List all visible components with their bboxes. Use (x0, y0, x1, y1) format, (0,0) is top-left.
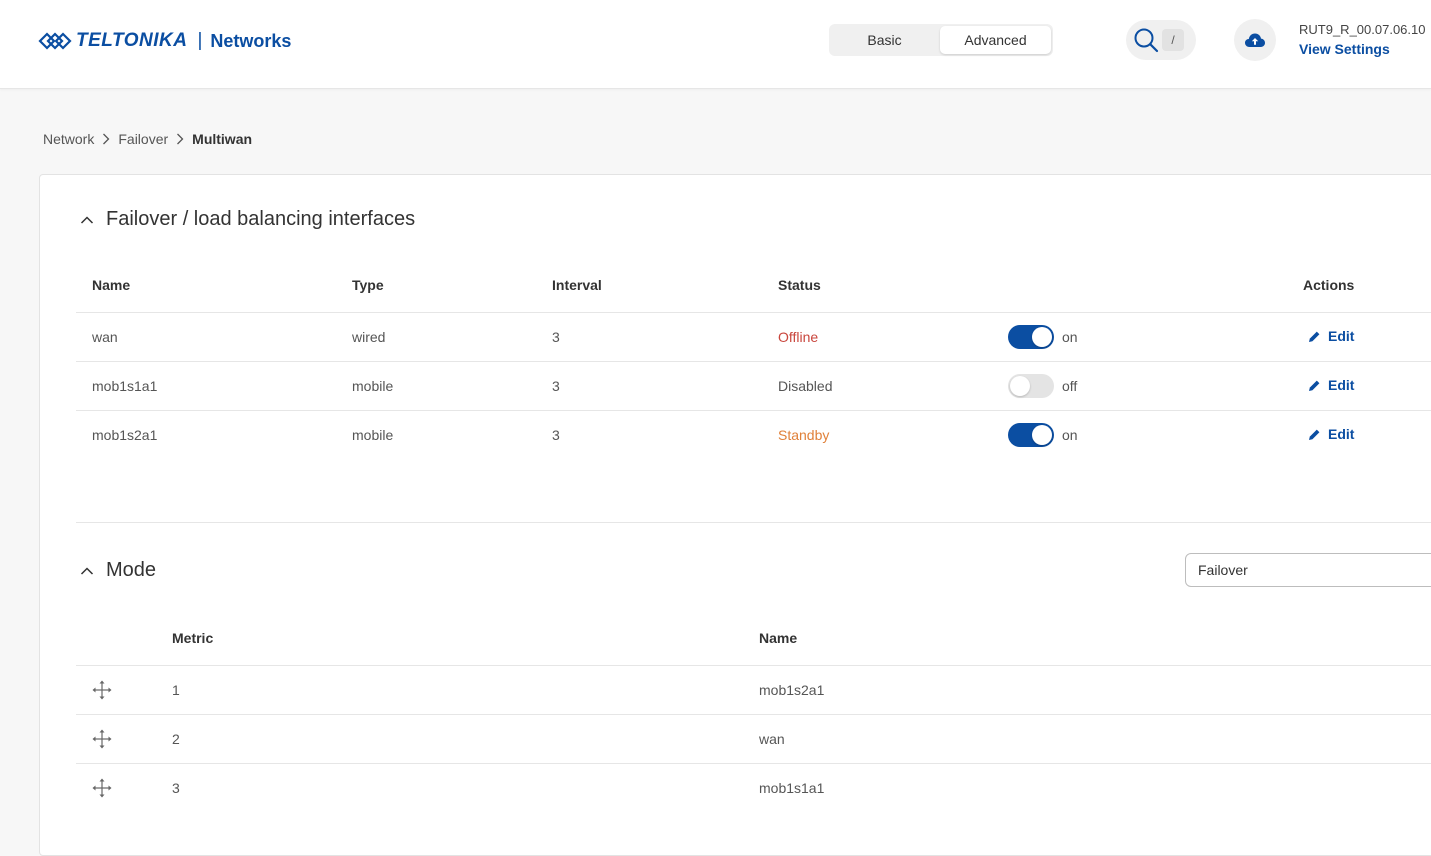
search-icon (1134, 28, 1159, 53)
interface-interval: 3 (552, 329, 560, 345)
col-header-name: Name (92, 277, 131, 293)
mode-select[interactable]: Failover (1185, 553, 1431, 587)
view-settings-link[interactable]: View Settings (1299, 41, 1425, 57)
table-row: 3 mob1s1a1 (76, 763, 1431, 813)
table-row: wan wired 3 Offline on Edit (76, 312, 1431, 362)
edit-label: Edit (1328, 377, 1355, 393)
interface-name: mob1s2a1 (92, 427, 158, 443)
cloud-upload-icon (1245, 33, 1265, 47)
interfaces-section-title: Failover / load balancing interfaces (106, 208, 416, 230)
edit-label: Edit (1328, 426, 1355, 442)
col-header-mode-name: Name (759, 630, 798, 646)
section-divider (76, 522, 1431, 523)
col-header-status: Status (778, 277, 821, 293)
table-row: mob1s1a1 mobile 3 Disabled off Edit (76, 361, 1431, 411)
interface-type: wired (352, 329, 386, 345)
table-row: mob1s2a1 mobile 3 Standby on Edit (76, 410, 1431, 460)
drag-move-icon[interactable] (92, 778, 112, 798)
col-header-metric: Metric (172, 630, 214, 646)
breadcrumb-current: Multiwan (192, 131, 253, 147)
metric-interface-name: mob1s1a1 (759, 780, 825, 796)
interface-enable-switch[interactable] (1008, 374, 1054, 398)
chevron-right-icon (103, 133, 110, 145)
interface-enable-switch[interactable] (1008, 423, 1054, 447)
top-header: TELTONIKA | Networks Basic Advanced / RU… (0, 0, 1431, 89)
drag-move-icon[interactable] (92, 729, 112, 749)
edit-button[interactable]: Edit (1308, 328, 1354, 344)
metric-value: 3 (172, 780, 180, 796)
interface-status: Offline (778, 329, 819, 345)
switch-state-label: on (1062, 427, 1078, 443)
mode-select-value: Failover (1198, 562, 1248, 578)
edit-label: Edit (1328, 328, 1355, 344)
switch-knob (1032, 327, 1052, 347)
drag-move-icon[interactable] (92, 680, 112, 700)
interface-interval: 3 (552, 427, 560, 443)
switch-knob (1032, 425, 1052, 445)
teltonika-logo-icon (38, 32, 72, 50)
breadcrumb-network[interactable]: Network (43, 131, 94, 147)
metric-interface-name: wan (759, 731, 785, 747)
interface-type: mobile (352, 378, 394, 394)
basic-mode-button[interactable]: Basic (829, 26, 940, 54)
table-row: 2 wan (76, 714, 1431, 764)
switch-state-label: on (1062, 329, 1078, 345)
interface-type: mobile (352, 427, 394, 443)
switch-knob (1010, 376, 1030, 396)
search-button[interactable]: / (1126, 20, 1196, 60)
interface-enable-switch[interactable] (1008, 325, 1054, 349)
metric-value: 2 (172, 731, 180, 747)
edit-button[interactable]: Edit (1308, 426, 1354, 442)
interface-name: wan (92, 329, 118, 345)
mode-section-header[interactable]: Mode (80, 559, 156, 582)
mode-section-title: Mode (106, 559, 157, 581)
interfaces-section-header[interactable]: Failover / load balancing interfaces (80, 208, 415, 231)
interface-name: mob1s1a1 (92, 378, 158, 394)
col-header-actions: Actions (1303, 277, 1355, 293)
pencil-icon (1309, 380, 1320, 391)
chevron-right-icon (177, 133, 184, 145)
switch-state-label: off (1062, 378, 1078, 394)
metric-interface-name: mob1s2a1 (759, 682, 825, 698)
brand-subtitle: Networks (210, 30, 292, 51)
edit-button[interactable]: Edit (1308, 377, 1354, 393)
breadcrumb-failover[interactable]: Failover (118, 131, 168, 147)
metric-value: 1 (172, 682, 180, 698)
search-shortcut-key: / (1162, 29, 1184, 51)
brand-separator: | (197, 30, 203, 51)
brand-name: TELTONIKA (76, 30, 188, 51)
interface-status: Disabled (778, 378, 833, 394)
interface-interval: 3 (552, 378, 560, 394)
chevron-up-icon (80, 215, 94, 224)
chevron-up-icon (80, 566, 94, 575)
pencil-icon (1309, 429, 1320, 440)
cloud-button[interactable] (1234, 19, 1276, 61)
advanced-mode-button[interactable]: Advanced (940, 26, 1051, 54)
device-name: RUT9_R_00.07.06.10 (1299, 22, 1426, 37)
col-header-interval: Interval (552, 277, 602, 293)
table-row: 1 mob1s2a1 (76, 665, 1431, 715)
pencil-icon (1309, 331, 1320, 342)
device-info: RUT9_R_00.07.06.10 View Settings (1299, 22, 1425, 57)
mode-toggle: Basic Advanced (829, 24, 1053, 56)
breadcrumb: Network Failover Multiwan (43, 131, 252, 147)
interface-status: Standby (778, 427, 830, 443)
col-header-type: Type (352, 277, 384, 293)
brand-logo[interactable]: TELTONIKA | Networks (38, 26, 291, 56)
